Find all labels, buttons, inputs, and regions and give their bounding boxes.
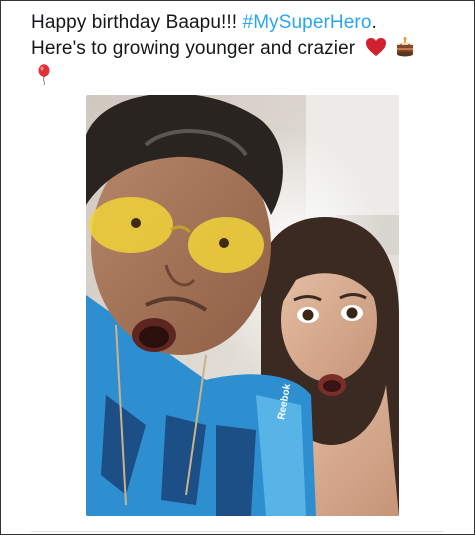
tweet-text: Happy birthday Baapu!!! #MySuperHero. He… — [31, 10, 461, 62]
tweet-text-line2: Here's to growing younger and crazier — [31, 38, 356, 59]
balloon-icon — [38, 64, 50, 86]
tweet-text-line1: Happy birthday Baapu!!! — [31, 12, 243, 33]
tweet-photo[interactable]: Reebok — [86, 95, 399, 516]
divider — [31, 531, 444, 532]
hashtag-link[interactable]: #MySuperHero — [243, 12, 372, 33]
tweet-card: Happy birthday Baapu!!! #MySuperHero. He… — [0, 0, 475, 535]
birthday-cake-icon — [396, 37, 413, 57]
red-heart-icon — [365, 38, 386, 56]
tweet-text-period: . — [371, 12, 377, 33]
selfie-image: Reebok — [86, 95, 399, 516]
